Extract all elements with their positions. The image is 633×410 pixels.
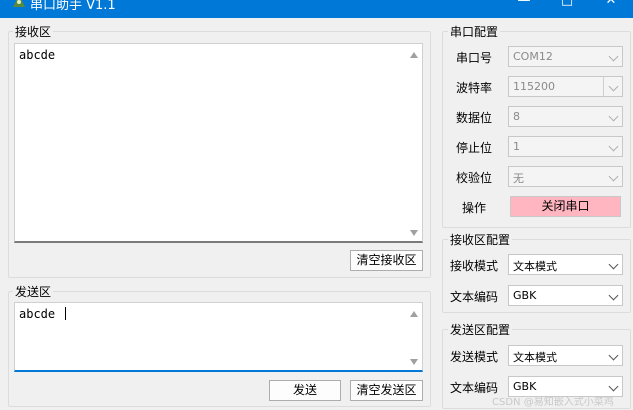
operation-label: 操作 <box>462 201 487 215</box>
chevron-down-icon <box>608 171 619 182</box>
maximize-icon[interactable]: □ <box>553 0 581 14</box>
receive-mode-label: 接收模式 <box>450 259 499 273</box>
chevron-down-icon <box>608 51 619 62</box>
scroll-up-icon[interactable] <box>410 311 418 317</box>
chevron-down-icon <box>608 259 619 270</box>
scroll-down-icon[interactable] <box>410 359 418 365</box>
chevron-down-icon <box>608 141 619 152</box>
title-bar[interactable]: 串口助手 V1.1 — □ ✕ <box>0 0 633 18</box>
receive-textarea[interactable]: abcde <box>14 43 423 243</box>
send-mode-select[interactable]: 文本模式 <box>508 345 623 366</box>
databits-label: 数据位 <box>456 111 493 125</box>
serial-config-label: 串口配置 <box>448 23 501 40</box>
send-config-label: 发送区配置 <box>448 321 513 338</box>
chevron-down-icon <box>608 290 619 301</box>
receive-config-label: 接收区配置 <box>448 231 513 248</box>
send-textarea[interactable]: abcde <box>14 302 423 372</box>
baud-label: 波特率 <box>456 81 493 95</box>
port-label: 串口号 <box>456 51 493 65</box>
stopbits-label: 停止位 <box>456 141 493 155</box>
chevron-down-icon <box>608 111 619 122</box>
close-icon[interactable]: ✕ <box>597 0 625 14</box>
parity-label: 校验位 <box>456 171 493 185</box>
clear-receive-button[interactable]: 清空接收区 <box>350 250 423 271</box>
parity-select[interactable]: 无 <box>508 166 623 187</box>
send-button[interactable]: 发送 <box>269 380 341 401</box>
chevron-down-icon <box>608 350 619 361</box>
clear-send-button[interactable]: 清空发送区 <box>350 380 423 401</box>
databits-select[interactable]: 8 <box>508 106 623 127</box>
chevron-down-icon <box>608 381 619 392</box>
scroll-down-icon[interactable] <box>410 230 418 236</box>
watermark: CSDN @易知嵌入式小菜鸡 <box>492 397 614 408</box>
minimize-icon[interactable]: — <box>510 0 538 14</box>
window-title: 串口助手 V1.1 <box>30 0 116 13</box>
text-cursor <box>65 307 66 320</box>
scroll-up-icon[interactable] <box>410 52 418 58</box>
baud-select[interactable]: 115200 <box>508 76 623 97</box>
port-select[interactable]: COM12 <box>508 46 623 67</box>
send-mode-label: 发送模式 <box>450 350 499 364</box>
send-encoding-label: 文本编码 <box>450 381 499 395</box>
stopbits-select[interactable]: 1 <box>508 136 623 157</box>
receive-encoding-select[interactable]: GBK <box>508 285 623 306</box>
receive-encoding-label: 文本编码 <box>450 290 499 304</box>
receive-mode-select[interactable]: 文本模式 <box>508 254 623 275</box>
send-text: abcde <box>19 307 56 321</box>
app-icon <box>13 0 25 7</box>
receive-group-label: 接收区 <box>13 23 54 40</box>
send-group-label: 发送区 <box>13 283 54 300</box>
receive-text: abcde <box>19 48 56 62</box>
close-port-button[interactable]: 关闭串口 <box>510 196 621 217</box>
